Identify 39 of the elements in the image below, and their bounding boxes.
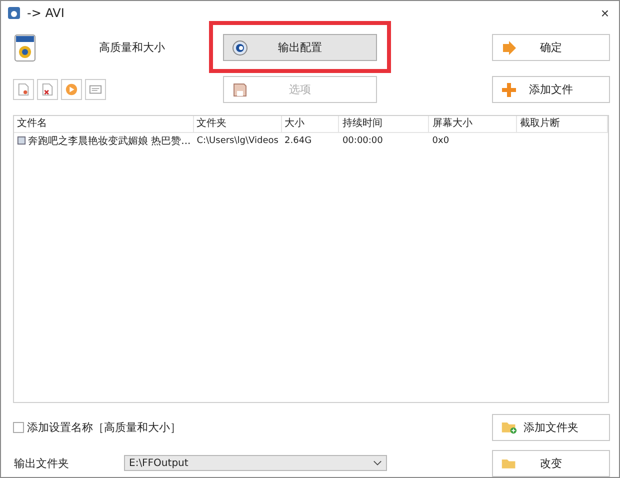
- column-header[interactable]: 文件名: [14, 116, 194, 132]
- column-header[interactable]: 大小: [282, 116, 340, 132]
- column-header[interactable]: 持续时间: [339, 116, 430, 132]
- play-button[interactable]: [61, 79, 82, 100]
- column-header[interactable]: 文件夹: [194, 116, 282, 132]
- output-folder-label: 输出文件夹: [14, 456, 70, 471]
- remove-file-button[interactable]: [37, 79, 58, 100]
- file-icon: [17, 83, 30, 96]
- output-config-button[interactable]: 输出配置: [223, 34, 377, 62]
- delete-file-icon: [41, 83, 54, 96]
- new-file-button[interactable]: [13, 79, 34, 100]
- info-button[interactable]: [85, 79, 106, 100]
- file-icon: [17, 136, 26, 146]
- caret-icon: [373, 460, 382, 466]
- play-icon: [65, 83, 78, 96]
- column-header[interactable]: 屏幕大小: [429, 116, 518, 132]
- file-name: 奔跑吧之李晨艳妆变武媚娘 热巴赞...: [28, 134, 191, 148]
- table-cell-text: C:\Users\lg\Videos: [196, 136, 280, 146]
- save-icon: [232, 82, 248, 98]
- file-name-cell[interactable]: 奔跑吧之李晨艳妆变武媚娘 热巴赞...: [14, 134, 194, 148]
- ok-button[interactable]: 确定: [492, 34, 610, 62]
- checkbox-label: 添加设置名称［高质量和大小］: [27, 420, 181, 435]
- arrow-icon: [501, 40, 517, 56]
- checkbox[interactable]: [13, 422, 24, 433]
- table-cell-text: 2.64G: [284, 136, 313, 146]
- add-folder-button[interactable]: 添加文件夹: [492, 414, 610, 441]
- close-button[interactable]: ×: [596, 4, 613, 21]
- card-icon: [89, 83, 102, 96]
- change-button[interactable]: 改变: [492, 450, 610, 477]
- preset-label: 高质量和大小: [99, 40, 166, 56]
- plus-icon: [501, 82, 517, 98]
- table-cell-text: 0x0: [431, 136, 450, 146]
- output-folder-dropdown[interactable]: E:\FFOutput: [124, 455, 387, 472]
- column-header[interactable]: 截取片断: [517, 116, 608, 132]
- app-icon: [7, 6, 21, 20]
- video-file-icon: [13, 34, 37, 62]
- table-cell-text: 00:00:00: [341, 136, 384, 146]
- add-file-button[interactable]: 添加文件: [492, 76, 610, 104]
- window-title: -> AVI: [27, 6, 66, 20]
